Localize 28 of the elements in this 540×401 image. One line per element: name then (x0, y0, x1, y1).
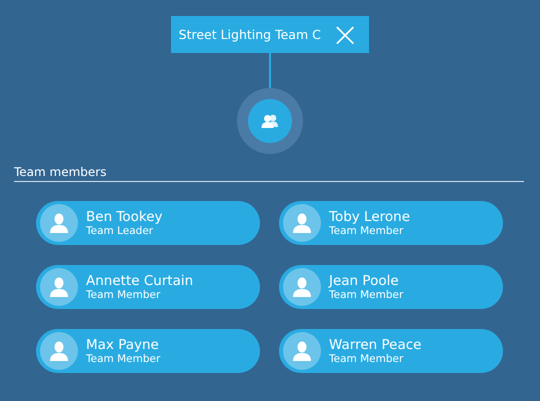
member-name: Max Payne (86, 336, 160, 352)
member-role: Team Member (329, 352, 404, 366)
users-icon (261, 114, 279, 128)
avatar-icon (40, 204, 78, 242)
avatar-icon (283, 204, 321, 242)
member-name: Jean Poole (329, 272, 400, 288)
member-role: Team Member (86, 352, 160, 366)
member-card[interactable]: Annette Curtain Team Member (36, 265, 260, 309)
member-card[interactable]: Jean Poole Team Member (279, 265, 503, 309)
member-name: Annette Curtain (86, 272, 194, 288)
member-card[interactable]: Toby Lerone Team Member (279, 201, 503, 245)
member-role: Team Member (86, 288, 162, 302)
avatar-icon (40, 268, 78, 306)
member-card[interactable]: Warren Peace Team Member (279, 329, 503, 373)
member-card[interactable]: Max Payne Team Member (36, 329, 260, 373)
avatar-icon (40, 332, 78, 370)
member-role: Team Leader (86, 224, 154, 238)
member-name: Toby Lerone (329, 208, 410, 224)
avatar-icon (283, 268, 321, 306)
close-button[interactable]: × (328, 20, 362, 50)
member-role: Team Member (329, 224, 404, 238)
section-title: Team members (14, 165, 524, 182)
member-name: Ben Tookey (86, 208, 163, 224)
team-name: Street Lighting Team C (178, 27, 321, 42)
avatar-icon (283, 332, 321, 370)
member-name: Warren Peace (329, 336, 422, 352)
member-card[interactable]: Ben Tookey Team Leader (36, 201, 260, 245)
member-role: Team Member (329, 288, 404, 302)
